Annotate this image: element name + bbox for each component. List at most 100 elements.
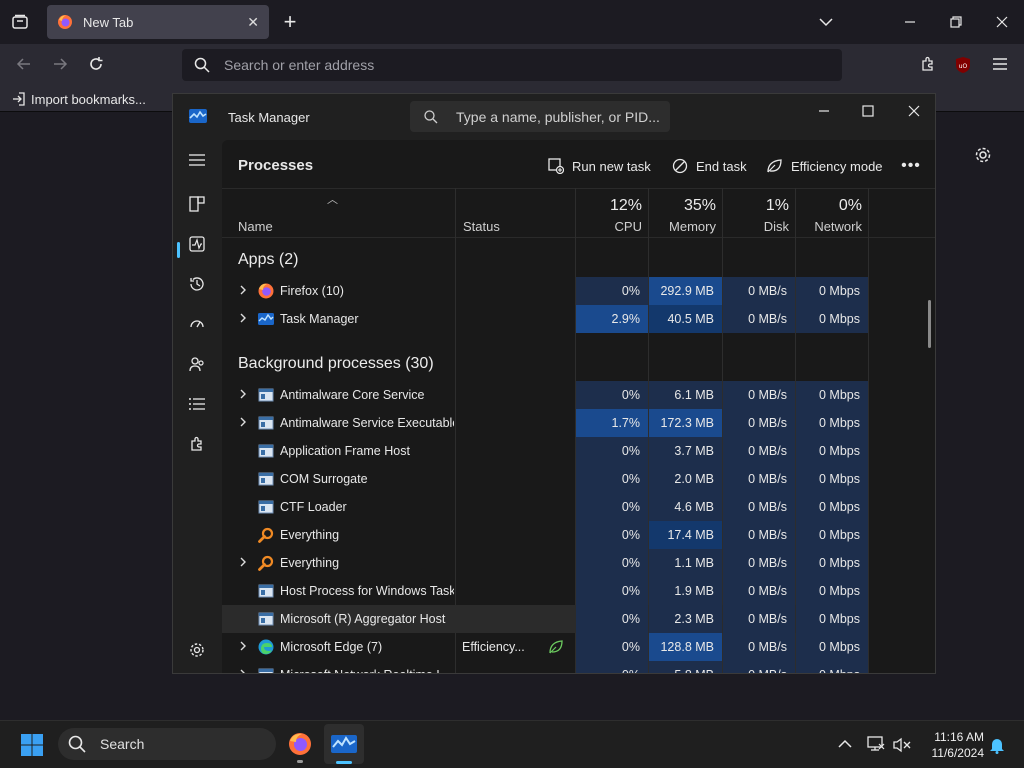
network-status-button[interactable]: [866, 734, 886, 754]
column-memory[interactable]: Memory: [649, 219, 716, 234]
clock[interactable]: 11:16 AM 11/6/2024: [920, 729, 985, 761]
column-status[interactable]: Status: [463, 219, 500, 234]
process-search-box[interactable]: [410, 101, 670, 132]
process-row[interactable]: CTF Loader 0% 4.6 MB 0 MB/s 0 Mbps: [222, 493, 868, 521]
show-hidden-icons-button[interactable]: [836, 735, 854, 753]
group-header[interactable]: Apps (2): [238, 251, 298, 269]
process-name: Application Frame Host: [280, 444, 410, 458]
more-options-button[interactable]: •••: [899, 154, 923, 178]
speaker-muted-icon: [893, 737, 911, 753]
cpu-total-percent[interactable]: 12%: [576, 197, 642, 215]
bell-icon: [990, 739, 1004, 754]
network-total-percent[interactable]: 0%: [796, 197, 862, 215]
command-bar: Processes Run new task End task Efficien…: [222, 140, 935, 188]
taskbar-firefox-button[interactable]: [288, 732, 312, 756]
task-manager-title-bar[interactable]: Task Manager: [173, 94, 935, 138]
process-memory: 6.1 MB: [649, 381, 722, 409]
process-row[interactable]: Task Manager 2.9% 40.5 MB 0 MB/s 0 Mbps: [222, 305, 868, 333]
process-memory: 4.6 MB: [649, 493, 722, 521]
group-header[interactable]: Background processes (30): [238, 355, 434, 373]
firefox-view-button[interactable]: [8, 10, 32, 34]
disk-total-percent[interactable]: 1%: [723, 197, 789, 215]
url-bar[interactable]: [182, 49, 842, 81]
notifications-button[interactable]: [987, 735, 1007, 755]
chevron-right-icon[interactable]: [236, 555, 250, 569]
chevron-right-icon[interactable]: [236, 311, 250, 325]
network-monitor-icon: [867, 736, 885, 751]
chevron-right-icon[interactable]: [236, 639, 250, 653]
ublock-origin-button[interactable]: uO: [952, 54, 974, 76]
process-row[interactable]: Microsoft Network Realtime I...0%5.8 MB0…: [222, 661, 868, 674]
process-disk: 0 MB/s: [723, 305, 795, 333]
process-row[interactable]: Everything 0% 17.4 MB 0 MB/s 0 Mbps: [222, 521, 868, 549]
chevron-right-icon[interactable]: [236, 415, 250, 429]
process-name: COM Surrogate: [280, 472, 368, 486]
nav-services[interactable]: [185, 432, 209, 456]
nav-performance[interactable]: [185, 232, 209, 256]
reload-button[interactable]: [84, 52, 108, 76]
chevron-down-icon: [819, 18, 833, 27]
new-tab-button[interactable]: +: [278, 9, 302, 34]
chevron-right-icon[interactable]: [236, 667, 250, 674]
column-cpu[interactable]: CPU: [576, 219, 642, 234]
volume-button[interactable]: [892, 735, 912, 755]
clock-date: 11/6/2024: [931, 746, 985, 760]
close-window-button[interactable]: [990, 10, 1014, 34]
process-row[interactable]: Application Frame Host 0% 3.7 MB 0 MB/s 0 Mb…: [222, 437, 868, 465]
end-task-button[interactable]: End task: [672, 154, 747, 178]
tm-maximize-button[interactable]: [857, 100, 879, 122]
process-name: Microsoft Network Realtime I...: [280, 668, 454, 673]
nav-app-history[interactable]: [185, 272, 209, 296]
tm-minimize-button[interactable]: [813, 100, 835, 122]
process-search-input[interactable]: [456, 108, 666, 125]
start-button[interactable]: [20, 733, 44, 757]
app-menu-button[interactable]: [988, 52, 1012, 76]
process-memory: 172.3 MB: [649, 409, 722, 437]
forward-button[interactable]: [48, 52, 72, 76]
taskbar-task-manager-button[interactable]: [324, 724, 364, 764]
chevron-right-icon[interactable]: [236, 283, 250, 297]
nav-startup-apps[interactable]: [185, 312, 209, 336]
run-new-task-button[interactable]: Run new task: [548, 154, 651, 178]
chevron-right-icon[interactable]: [236, 387, 250, 401]
process-row[interactable]: Antimalware Core Service 0% 6.1 MB 0 MB/s 0 …: [222, 381, 868, 409]
url-input[interactable]: [224, 57, 784, 73]
minimize-button[interactable]: [898, 10, 922, 34]
process-row[interactable]: Everything 0% 1.1 MB 0 MB/s 0 Mbps: [222, 549, 868, 577]
window-icon: [258, 584, 274, 598]
column-disk[interactable]: Disk: [723, 219, 789, 234]
process-row[interactable]: Microsoft (R) Aggregator Host 0% 2.3 MB 0 M…: [222, 605, 868, 633]
nav-menu-button[interactable]: [185, 148, 209, 172]
new-tab-settings-button[interactable]: [972, 144, 994, 166]
tab-new-tab[interactable]: New Tab ✕: [47, 5, 269, 39]
process-row[interactable]: Firefox (10) 0% 292.9 MB 0 MB/s 0 Mbps: [222, 277, 868, 305]
import-bookmarks-link[interactable]: Import bookmarks...: [12, 89, 146, 109]
process-row[interactable]: Microsoft Edge (7) Efficiency... 0% 128.8 M…: [222, 633, 868, 661]
process-cpu: 0%: [576, 381, 648, 409]
column-network[interactable]: Network: [796, 219, 862, 234]
nav-details[interactable]: [185, 392, 209, 416]
process-cpu: 0%: [576, 277, 648, 305]
extensions-button[interactable]: [916, 52, 940, 76]
nav-users[interactable]: [185, 352, 209, 376]
list-all-tabs-button[interactable]: [814, 10, 838, 34]
process-row[interactable]: Antimalware Service Executable 1.7% 172.3 …: [222, 409, 868, 437]
process-name: Host Process for Windows Tasks: [280, 584, 454, 598]
taskbar-search-box[interactable]: Search: [58, 728, 276, 760]
memory-total-percent[interactable]: 35%: [649, 197, 716, 215]
gear-icon: [190, 643, 204, 657]
close-tab-icon[interactable]: ✕: [247, 14, 259, 31]
everything-icon: [258, 527, 274, 543]
back-button[interactable]: [12, 52, 36, 76]
column-name[interactable]: Name: [238, 219, 273, 234]
process-row[interactable]: Host Process for Windows Tasks 0% 1.9 MB 0 …: [222, 577, 868, 605]
restore-button[interactable]: [944, 10, 968, 34]
active-page-indicator: [177, 242, 180, 258]
process-row[interactable]: COM Surrogate 0% 2.0 MB 0 MB/s 0 Mbps: [222, 465, 868, 493]
process-name: CTF Loader: [280, 500, 347, 514]
vertical-scrollbar[interactable]: [928, 300, 931, 348]
nav-settings[interactable]: [185, 638, 209, 662]
nav-processes[interactable]: [185, 192, 209, 216]
tm-close-button[interactable]: [903, 100, 925, 122]
efficiency-mode-button[interactable]: Efficiency mode: [766, 154, 883, 178]
